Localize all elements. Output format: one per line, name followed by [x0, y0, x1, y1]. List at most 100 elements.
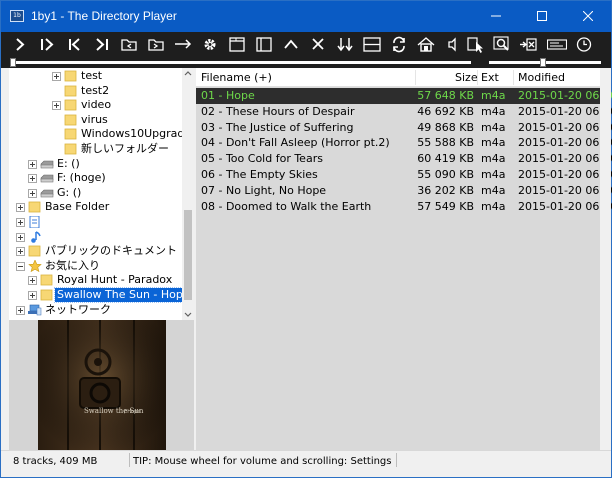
- go-button[interactable]: [172, 34, 194, 55]
- tree-item[interactable]: Windows10Upgrade: [9, 127, 191, 141]
- tree-item[interactable]: virus: [9, 113, 182, 127]
- maximize-button[interactable]: [519, 1, 565, 32]
- clear-button[interactable]: [307, 34, 329, 55]
- track-row[interactable]: 02 - These Hours of Despair 46 692 KB m4a 2…: [196, 104, 612, 120]
- tree-item[interactable]: F: (hoge): [9, 171, 182, 185]
- search-button[interactable]: [491, 34, 513, 55]
- folder-back-button[interactable]: [118, 34, 140, 55]
- previous-button[interactable]: [64, 34, 86, 55]
- expand-icon[interactable]: [52, 72, 61, 81]
- track-filename: 04 - Don't Fall Asleep (Horror pt.2): [201, 136, 390, 150]
- track-modified: 2015-01-20 06:30: [518, 136, 612, 150]
- tree-item[interactable]: test: [9, 69, 182, 83]
- album-art-panel: Swallow the Sun / Hope: [9, 320, 194, 450]
- scroll-down-button[interactable]: [182, 308, 194, 320]
- expand-icon[interactable]: [28, 189, 37, 198]
- window-button[interactable]: [226, 34, 248, 55]
- clock-button[interactable]: [573, 34, 595, 55]
- expand-icon[interactable]: [28, 276, 37, 285]
- play-pause-icon: [41, 38, 54, 51]
- column-divider[interactable]: [477, 70, 478, 85]
- layout-button[interactable]: [361, 34, 383, 55]
- expand-icon[interactable]: [16, 233, 25, 242]
- tree-item[interactable]: Base Folder: [9, 200, 182, 214]
- folder-forward-button[interactable]: [145, 34, 167, 55]
- column-filename[interactable]: Filename (+): [201, 68, 272, 87]
- repeat-button[interactable]: [388, 34, 410, 55]
- tree-item[interactable]: ネットワーク: [9, 303, 182, 317]
- track-filename: 01 - Hope: [201, 89, 255, 102]
- play-button[interactable]: [9, 34, 31, 55]
- tree-item[interactable]: video: [9, 98, 182, 112]
- expand-icon[interactable]: [28, 160, 37, 169]
- title-bar[interactable]: 1b 1by1 - The Directory Player: [1, 1, 611, 32]
- tree-item[interactable]: 新しいフォルダー: [9, 142, 182, 156]
- tree-scrollbar[interactable]: [182, 68, 194, 320]
- track-modified: 2015-01-20 06:30: [518, 120, 612, 134]
- expand-icon[interactable]: [28, 291, 37, 300]
- tree-item[interactable]: Swallow The Sun - Hope: [9, 287, 192, 303]
- tree-item[interactable]: test2: [9, 84, 182, 98]
- tree-item-label: video: [81, 98, 112, 111]
- track-row[interactable]: 08 - Doomed to Walk the Earth 57 549 KB m4…: [196, 199, 612, 215]
- expand-icon[interactable]: [16, 306, 25, 315]
- status-divider: [129, 453, 130, 467]
- keyboard-button[interactable]: [545, 34, 567, 55]
- play-pause-button[interactable]: [36, 34, 58, 55]
- list-header: Filename (+) Size Ext Modified: [196, 68, 600, 87]
- track-row[interactable]: 03 - The Justice of Suffering 49 868 KB m4…: [196, 120, 612, 136]
- volume-button[interactable]: [442, 34, 464, 55]
- next-button[interactable]: [91, 34, 113, 55]
- column-modified[interactable]: Modified: [518, 68, 565, 87]
- collapse-icon[interactable]: [16, 262, 25, 271]
- close-window-button[interactable]: [565, 1, 611, 32]
- column-divider[interactable]: [415, 70, 416, 85]
- track-row[interactable]: 07 - No Light, No Hope 36 202 KB m4a 2015-0…: [196, 183, 612, 199]
- expand-icon[interactable]: [52, 101, 61, 110]
- track-ext: m4a: [481, 120, 506, 134]
- select-button[interactable]: [465, 34, 487, 55]
- track-modified: 2015-01-20 06:30: [518, 152, 612, 166]
- remove-button[interactable]: [517, 34, 539, 55]
- tree-item[interactable]: [9, 215, 182, 229]
- minimize-button[interactable]: [473, 1, 519, 32]
- column-size[interactable]: Size: [455, 68, 478, 87]
- position-slider-thumb[interactable]: [10, 58, 16, 67]
- tree-scroll-thumb[interactable]: [184, 210, 192, 300]
- tree-item-label: 新しいフォルダー: [81, 142, 169, 155]
- track-row[interactable]: 06 - The Empty Skies 55 090 KB m4a 2015-01-…: [196, 167, 612, 183]
- folder-tree[interactable]: test test2 video virus Windows10Upgrade 新しいフォ…: [9, 68, 193, 320]
- track-row[interactable]: 04 - Don't Fall Asleep (Horror pt.2) 55 5…: [196, 135, 612, 151]
- track-modified: 2015-01-20 06:30: [518, 199, 612, 213]
- sort-button[interactable]: [334, 34, 356, 55]
- tree-item[interactable]: お気に入り: [9, 259, 182, 273]
- expand-icon[interactable]: [16, 218, 25, 227]
- column-divider[interactable]: [513, 70, 514, 85]
- tree-item[interactable]: [9, 230, 182, 244]
- settings-button[interactable]: [199, 34, 221, 55]
- search-icon: [493, 36, 509, 51]
- volume-slider-thumb[interactable]: [539, 58, 546, 67]
- column-ext[interactable]: Ext: [481, 68, 499, 87]
- tree-item[interactable]: G: (): [9, 186, 182, 200]
- tree-item-label: Swallow The Sun - Hope: [54, 287, 192, 303]
- track-row[interactable]: 01 - Hope 57 648 KB m4a 2015-01-20 06:30: [196, 88, 612, 104]
- home-button[interactable]: [415, 34, 437, 55]
- app-icon[interactable]: 1b: [10, 10, 24, 22]
- tree-item-label: Royal Hunt - Paradox: [57, 273, 173, 286]
- scroll-up-button[interactable]: [182, 68, 194, 80]
- expand-icon[interactable]: [28, 174, 37, 183]
- track-row[interactable]: 05 - Too Cold for Tears 60 419 KB m4a 2015-…: [196, 151, 612, 167]
- folder-icon: [64, 85, 78, 97]
- tree-item[interactable]: E: (): [9, 157, 182, 171]
- tree-item[interactable]: パブリックのドキュメント: [9, 244, 182, 258]
- file-list[interactable]: Filename (+) Size Ext Modified 01 - Hope…: [196, 68, 612, 450]
- position-slider[interactable]: [13, 61, 471, 64]
- sidebar-panel-button[interactable]: [253, 34, 275, 55]
- track-size: 55 090 KB: [417, 168, 474, 181]
- track-size: 36 202 KB: [417, 183, 474, 197]
- up-button[interactable]: [280, 34, 302, 55]
- tree-item[interactable]: Royal Hunt - Paradox: [9, 273, 182, 287]
- expand-icon[interactable]: [16, 203, 25, 212]
- expand-icon[interactable]: [16, 247, 25, 256]
